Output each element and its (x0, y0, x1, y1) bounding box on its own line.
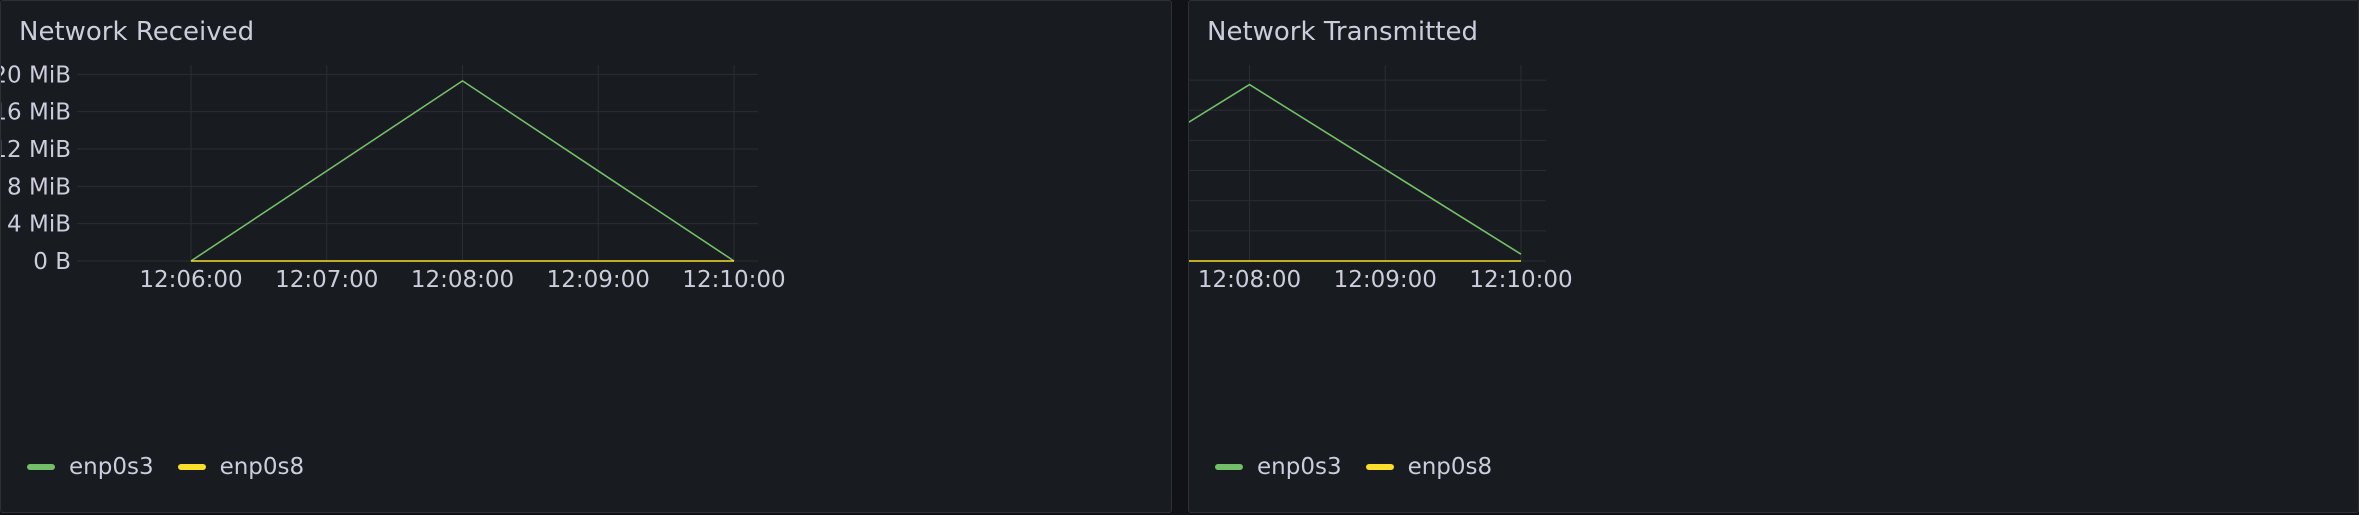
x-tick-label: 12:10:00 (682, 267, 785, 293)
network-transmitted-chart[interactable]: 0 B4 KiB8 KiB12 KiB16 KiB20 KiB24 KiB12:… (1189, 1, 2359, 446)
legend-label: enp0s8 (1407, 454, 1493, 480)
series-color-swatch (1365, 464, 1394, 470)
network-received-chart[interactable]: 0 B 4 MiB 8 MiB 12 MiB 16 MiB 20 MiB 12:06:00 1… (1, 1, 1173, 446)
y-tick-label: 0 B (33, 249, 71, 275)
x-tick-label: 12:09:00 (547, 267, 650, 293)
network-transmitted-panel: Network Transmitted 0 B4 KiB8 KiB12 KiB1… (1188, 0, 2359, 513)
legend: enp0s3 enp0s8 (27, 454, 328, 480)
network-received-panel: Network Received 0 B4 MiB8 MiB12 MiB16 M… (0, 0, 1172, 513)
y-tick-label: 20 MiB (1, 62, 71, 88)
legend-item-enp0s3[interactable]: enp0s3 (1215, 454, 1342, 480)
x-tick-label: 12:08:00 (1198, 267, 1301, 293)
legend-label: enp0s3 (1257, 454, 1342, 480)
series-color-swatch (177, 464, 206, 470)
legend-item-enp0s8[interactable]: enp0s8 (177, 454, 305, 480)
x-tick-label: 12:09:00 (1334, 267, 1437, 293)
legend: enp0s3 enp0s8 (1215, 454, 1516, 480)
series-color-swatch (1215, 464, 1243, 470)
x-tick-label: 12:06:00 (139, 267, 242, 293)
x-tick-label: 12:07:00 (275, 267, 378, 293)
y-tick-label: 4 MiB (7, 212, 71, 238)
series-color-swatch (27, 464, 55, 470)
legend-label: enp0s3 (69, 454, 154, 480)
legend-item-enp0s8[interactable]: enp0s8 (1365, 454, 1493, 480)
y-tick-label: 16 MiB (1, 100, 71, 126)
y-tick-label: 8 MiB (7, 174, 71, 200)
y-tick-label: 12 MiB (1, 137, 71, 163)
x-tick-label: 12:08:00 (411, 267, 514, 293)
x-tick-label: 12:10:00 (1469, 267, 1572, 293)
legend-label: enp0s8 (219, 454, 305, 480)
legend-item-enp0s3[interactable]: enp0s3 (27, 454, 154, 480)
